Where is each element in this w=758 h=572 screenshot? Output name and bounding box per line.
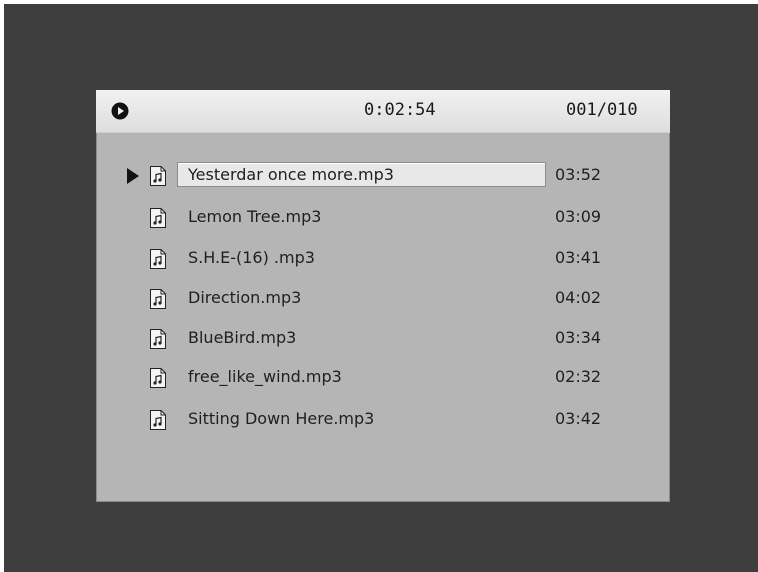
track-name: Direction.mp3	[188, 288, 302, 307]
music-player-panel: 0:02:54 001/010 Yesterdar once more.mp3 …	[96, 90, 670, 502]
track-duration: 03:52	[555, 165, 602, 184]
track-name: S.H.E-(16) .mp3	[188, 248, 315, 267]
track-row[interactable]: BlueBird.mp3 03:34	[96, 324, 670, 352]
track-duration: 03:09	[555, 207, 602, 226]
track-row[interactable]: Direction.mp3 04:02	[96, 284, 670, 312]
track-name: Lemon Tree.mp3	[188, 207, 322, 226]
player-status-bar: 0:02:54 001/010	[96, 90, 670, 133]
play-cursor-icon	[127, 168, 139, 184]
track-row[interactable]: Yesterdar once more.mp3 03:52	[96, 161, 670, 189]
track-name: BlueBird.mp3	[188, 328, 297, 347]
music-file-icon	[150, 410, 166, 430]
track-counter: 001/010	[566, 100, 638, 120]
music-file-icon	[150, 249, 166, 269]
track-row[interactable]: S.H.E-(16) .mp3 03:41	[96, 244, 670, 272]
track-name: Sitting Down Here.mp3	[188, 409, 375, 428]
music-file-icon	[150, 166, 166, 186]
play-circle-icon[interactable]	[111, 102, 129, 120]
track-row[interactable]: Lemon Tree.mp3 03:09	[96, 203, 670, 231]
elapsed-time: 0:02:54	[364, 100, 436, 120]
track-duration: 04:02	[555, 288, 602, 307]
track-duration: 03:34	[555, 328, 602, 347]
track-duration: 03:41	[555, 248, 602, 267]
track-duration: 02:32	[555, 367, 602, 386]
track-duration: 03:42	[555, 409, 602, 428]
track-name: free_like_wind.mp3	[188, 367, 342, 386]
music-file-icon	[150, 368, 166, 388]
track-row[interactable]: free_like_wind.mp3 02:32	[96, 363, 670, 391]
music-file-icon	[150, 329, 166, 349]
tv-screen: 0:02:54 001/010 Yesterdar once more.mp3 …	[4, 4, 758, 572]
music-file-icon	[150, 289, 166, 309]
music-file-icon	[150, 208, 166, 228]
track-name: Yesterdar once more.mp3	[188, 165, 394, 184]
track-row[interactable]: Sitting Down Here.mp3 03:42	[96, 405, 670, 433]
